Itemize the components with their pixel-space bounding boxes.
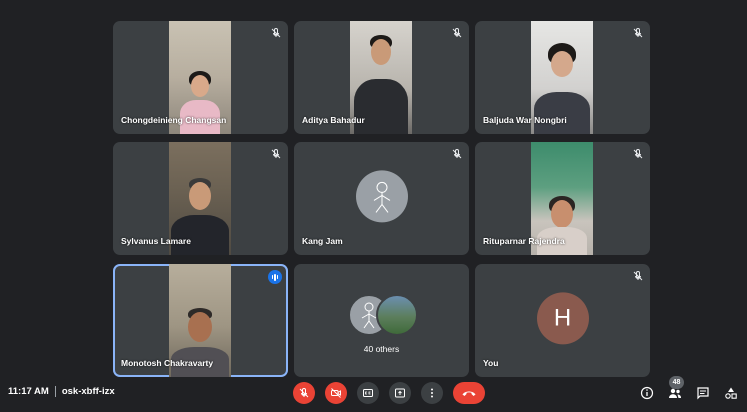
info-icon — [640, 386, 654, 400]
participant-tile[interactable]: Rituparnar Rajendra — [475, 142, 650, 255]
self-avatar: H — [536, 291, 589, 344]
meeting-code: osk-xbff-izx — [61, 386, 115, 397]
activities-icon — [725, 387, 737, 399]
participant-name: Rituparnar Rajendra — [483, 236, 565, 246]
participant-tile[interactable]: Kang Jam — [294, 142, 469, 255]
speaking-indicator-icon — [268, 270, 282, 284]
side-tools: 48 — [639, 376, 739, 405]
meeting-details-button[interactable] — [639, 385, 655, 401]
people-button[interactable]: 48 — [667, 376, 684, 401]
participant-name: Aditya Bahadur — [302, 115, 365, 125]
mic-off-icon — [633, 27, 643, 38]
mic-off-icon — [271, 148, 281, 159]
people-count-badge: 48 — [669, 376, 684, 389]
leave-call-button[interactable] — [453, 382, 485, 404]
participant-name: Monotosh Chakravarty — [121, 358, 214, 368]
participant-tile-speaking[interactable]: Monotosh Chakravarty — [113, 264, 288, 377]
present-screen-button[interactable] — [389, 382, 411, 404]
mic-off-icon — [633, 270, 643, 281]
meeting-stage: Chongdeinieng Changsan Aditya Bahadur Ba… — [0, 0, 747, 412]
mic-off-icon — [452, 27, 462, 38]
bottom-bar: 11:17 AM osk-xbff-izx 48 — [0, 376, 747, 412]
meeting-time: 11:17 AM — [8, 386, 49, 397]
participant-name: Sylvanus Lamare — [121, 236, 191, 246]
participant-tile[interactable]: Aditya Bahadur — [294, 21, 469, 134]
end-call-icon — [462, 391, 476, 396]
others-tile[interactable]: 40 others — [294, 264, 469, 377]
chat-icon — [697, 387, 709, 400]
participant-tile[interactable]: Baljuda War Nongbri — [475, 21, 650, 134]
mic-toggle-button[interactable] — [293, 382, 315, 404]
sketch-figure-icon — [373, 181, 390, 213]
activities-button[interactable] — [723, 385, 739, 401]
participant-tile[interactable]: Chongdeinieng Changsan — [113, 21, 288, 134]
participant-name: You — [483, 358, 499, 368]
more-icon — [431, 388, 433, 398]
call-controls — [293, 381, 485, 405]
captions-icon — [363, 389, 373, 397]
self-avatar-initial: H — [553, 303, 572, 331]
camera-off-icon — [331, 388, 341, 398]
more-options-button[interactable] — [421, 382, 443, 404]
camera-toggle-button[interactable] — [325, 382, 347, 404]
mic-off-icon — [271, 27, 281, 38]
others-count-label: 40 others — [363, 344, 400, 354]
self-tile[interactable]: H You — [475, 264, 650, 377]
participant-name: Chongdeinieng Changsan — [121, 115, 227, 125]
chat-button[interactable] — [695, 385, 711, 401]
mic-off-icon — [452, 148, 462, 159]
mic-off-icon — [299, 387, 309, 398]
others-avatar-photo — [375, 294, 418, 336]
present-icon — [395, 388, 405, 398]
participant-avatar — [355, 169, 408, 222]
meeting-info: 11:17 AM osk-xbff-izx — [8, 386, 115, 397]
captions-button[interactable] — [357, 382, 379, 404]
divider — [54, 386, 56, 397]
participant-name: Kang Jam — [302, 236, 343, 246]
participant-name: Baljuda War Nongbri — [483, 115, 567, 125]
participant-tile[interactable]: Sylvanus Lamare — [113, 142, 288, 255]
mic-off-icon — [633, 148, 643, 159]
others-avatars — [347, 294, 418, 336]
